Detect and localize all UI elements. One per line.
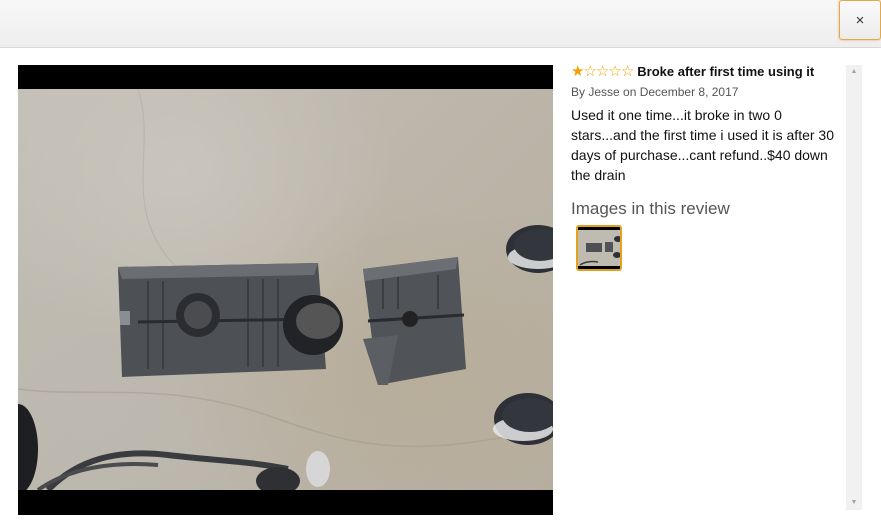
star-empty-icon: ☆ [583,62,596,80]
review-photo[interactable] [18,89,553,490]
shoe-top [506,225,553,273]
scroll-up-icon[interactable]: ▲ [846,65,862,79]
shoe-bottom [493,393,553,445]
star-empty-icon: ☆ [620,62,634,80]
review-date: on December 8, 2017 [619,85,739,99]
image-viewer [18,65,553,515]
star-empty-icon: ☆ [595,62,609,80]
byline-prefix: By [571,85,589,99]
images-heading: Images in this review [571,199,730,218]
close-icon: × [855,11,865,29]
review-title: Broke after first time using it [637,63,815,79]
scroll-thumb[interactable] [848,79,860,495]
review-scrollbar[interactable]: ▲ ▼ [846,65,862,510]
modal-header: × [0,0,881,48]
photo-drawing [18,89,553,490]
star-empty-icon: ☆ [608,62,621,80]
close-button[interactable]: × [839,0,881,40]
review-body: Used it one time...it broke in two 0 sta… [571,107,834,183]
review-title-row: ★ ☆ ☆ ☆ ☆ Broke after first time using i… [571,62,846,80]
review-byline: By Jesse on December 8, 2017 [571,85,846,99]
broken-piece-right [363,257,466,385]
review-panel: ★ ☆ ☆ ☆ ☆ Broke after first time using i… [571,62,846,271]
review-image-thumbnail[interactable] [576,225,622,271]
star-rating: ★ ☆ ☆ ☆ ☆ [571,62,634,80]
thumbnail-image [578,227,620,269]
review-author[interactable]: Jesse [588,85,619,99]
scroll-down-icon[interactable]: ▼ [846,496,862,510]
broken-piece-left [118,263,343,377]
star-filled-icon: ★ [571,62,584,80]
